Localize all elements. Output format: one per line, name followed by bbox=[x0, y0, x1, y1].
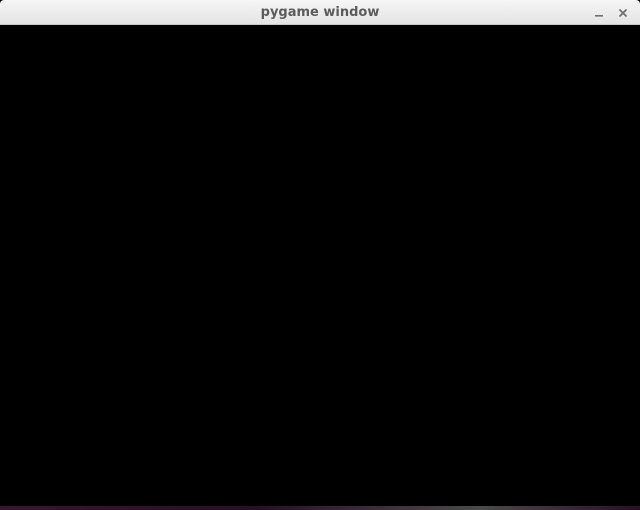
minimize-icon bbox=[590, 8, 608, 18]
title-bar[interactable]: pygame window bbox=[0, 0, 640, 25]
pygame-window: pygame window bbox=[0, 0, 640, 506]
desktop-background bbox=[0, 506, 640, 510]
close-icon bbox=[614, 8, 632, 18]
game-canvas[interactable] bbox=[0, 25, 640, 506]
close-button[interactable] bbox=[614, 4, 632, 22]
window-title: pygame window bbox=[260, 5, 380, 20]
minimize-button[interactable] bbox=[590, 4, 608, 22]
